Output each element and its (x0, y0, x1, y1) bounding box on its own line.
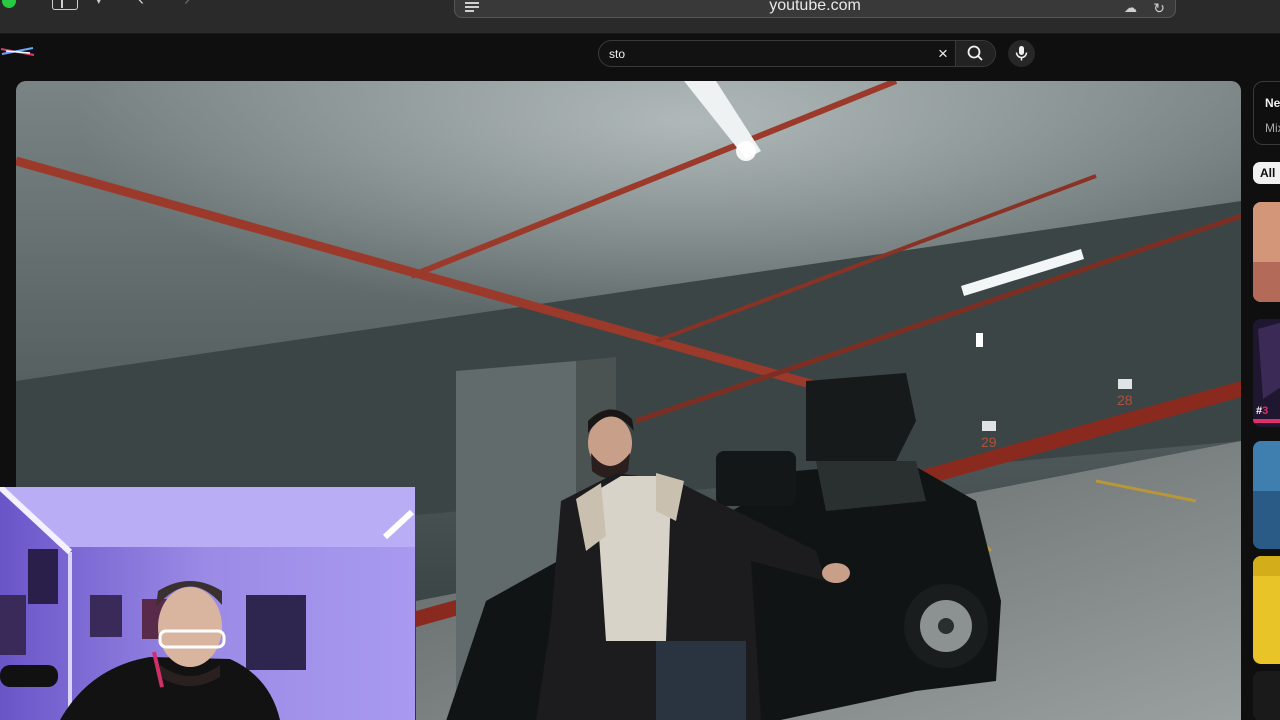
search-box: × (598, 40, 996, 67)
browser-toolbar: ▾ ‹ › youtube.com ☁ ↻ (0, 0, 1280, 34)
forward-icon[interactable]: › (184, 0, 190, 8)
suggested-video-thumbnail[interactable] (1253, 671, 1280, 720)
window-zoom-button[interactable] (2, 0, 16, 8)
search-button[interactable] (955, 41, 995, 66)
extension-icon[interactable]: ☁ (1124, 0, 1137, 16)
address-bar[interactable]: youtube.com ☁ ↻ (454, 0, 1176, 18)
search-input[interactable] (609, 46, 929, 62)
filter-chip-all[interactable]: All (1253, 162, 1280, 184)
webcam-overlay[interactable] (0, 487, 415, 720)
voice-search-button[interactable] (1008, 40, 1035, 67)
microphone-icon (1015, 46, 1028, 61)
up-next-panel[interactable]: Ne Mix (1253, 81, 1280, 145)
back-icon[interactable]: ‹ (138, 0, 144, 8)
suggested-video-thumbnail[interactable]: #3 (1253, 319, 1280, 427)
right-sidebar: Ne Mix All #3 (1243, 81, 1280, 720)
suggested-video-thumbnail[interactable] (1253, 202, 1280, 302)
suggested-video-thumbnail[interactable] (1253, 441, 1280, 549)
clear-search-icon[interactable]: × (934, 45, 952, 63)
chart-rank-badge: #3 (1256, 405, 1269, 417)
sidebar-toggle-icon[interactable] (52, 0, 78, 10)
chevron-down-icon[interactable]: ▾ (96, 0, 102, 8)
reload-icon[interactable]: ↻ (1153, 0, 1165, 17)
up-next-title: Ne (1265, 96, 1280, 110)
suggested-video-thumbnail[interactable] (1253, 556, 1280, 664)
webcam-frame (0, 487, 415, 720)
up-next-subtitle: Mix (1265, 121, 1280, 135)
parking-sign-29: 29 (981, 434, 997, 450)
url-text[interactable]: youtube.com (455, 0, 1175, 15)
channel-logo-icon[interactable] (0, 44, 36, 60)
search-icon (967, 45, 983, 61)
parking-sign-28: 28 (1117, 392, 1133, 408)
youtube-header: × (0, 34, 1280, 80)
